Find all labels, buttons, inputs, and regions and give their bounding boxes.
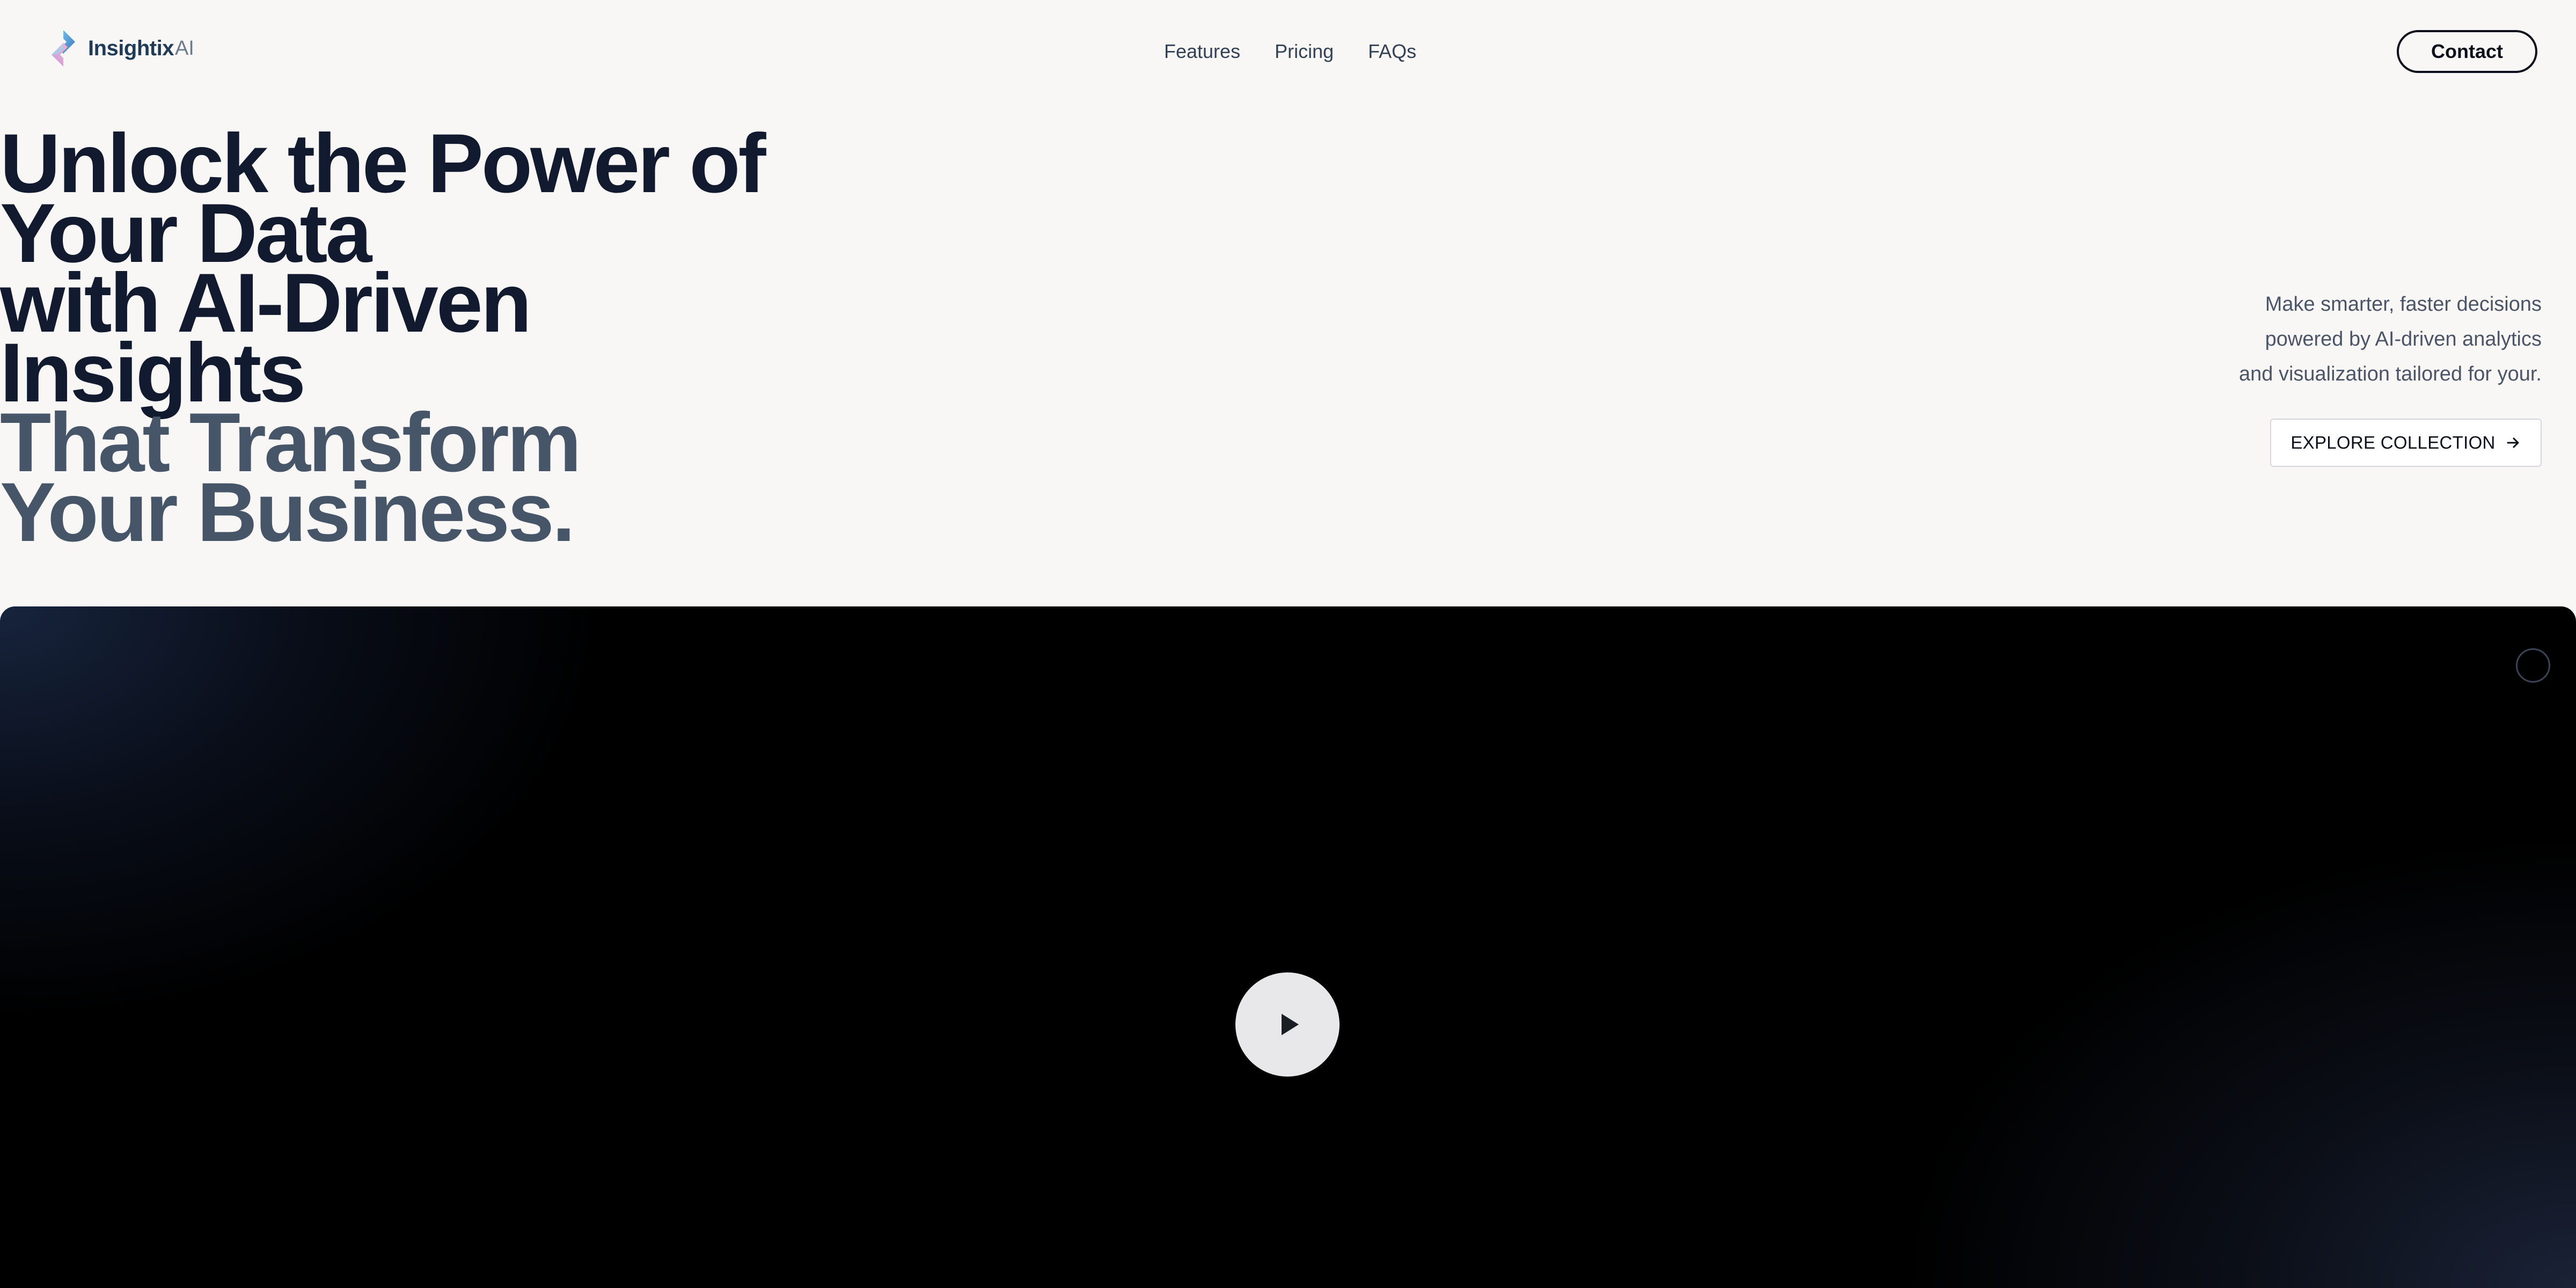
hero-subtitle: Make smarter, faster decisions powered b… bbox=[2134, 287, 2542, 392]
nav-link-faqs[interactable]: FAQs bbox=[1368, 38, 1416, 65]
hero-subtitle-line: and visualization tailored for your. bbox=[2239, 363, 2542, 385]
explore-collection-label: EXPLORE COLLECTION bbox=[2290, 433, 2496, 452]
circle-icon[interactable] bbox=[2516, 648, 2550, 683]
brand-name: Insightix bbox=[88, 36, 174, 60]
hero-heading: Unlock the Power of Your Data with AI-Dr… bbox=[0, 122, 766, 559]
hero-subtitle-line: Make smarter, faster decisions bbox=[2265, 293, 2542, 316]
brand-suffix: AI bbox=[174, 36, 194, 60]
hero-copy: Make smarter, faster decisions powered b… bbox=[2134, 287, 2542, 467]
brand-logo[interactable]: Insightix AI bbox=[43, 27, 194, 70]
play-button[interactable] bbox=[1235, 972, 1340, 1077]
arrow-right-icon bbox=[2507, 437, 2519, 448]
nav-link-pricing[interactable]: Pricing bbox=[1275, 38, 1334, 65]
contact-button[interactable]: Contact bbox=[2397, 30, 2537, 73]
nav-link-features[interactable]: Features bbox=[1164, 38, 1240, 65]
top-navigation: Insightix AI Features Pricing FAQs Contac… bbox=[0, 0, 2576, 102]
explore-collection-button[interactable]: EXPLORE COLLECTION bbox=[2270, 419, 2542, 467]
hero-heading-muted-line: Your Business. bbox=[0, 466, 575, 559]
main-nav: Features Pricing FAQs bbox=[1164, 38, 1416, 65]
logo-mark-icon bbox=[52, 30, 75, 67]
hero-subtitle-line: powered by AI-driven analytics bbox=[2265, 328, 2542, 350]
video-player[interactable] bbox=[0, 606, 2576, 1288]
play-icon bbox=[1282, 1014, 1299, 1035]
